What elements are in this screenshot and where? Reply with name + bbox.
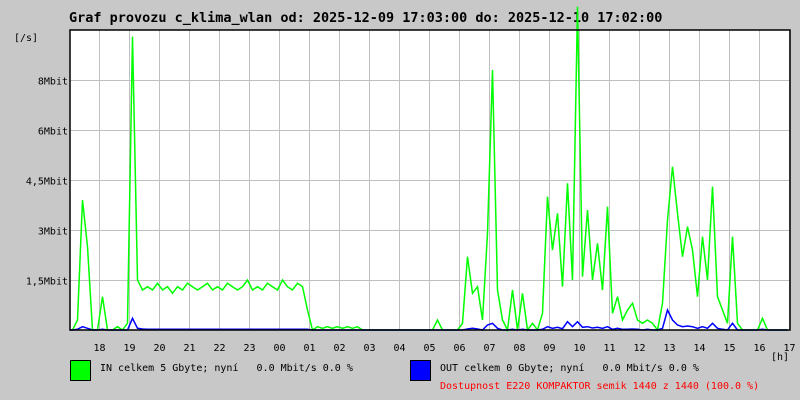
x-tick-label: 16 [753,343,765,354]
y-tick-label: 1,5Mbit [26,277,68,288]
x-tick-label: 03 [363,343,375,354]
legend-in-text: IN celkem 5 Gbyte; nyní 0.0 Mbit/s 0.0 % [100,362,353,374]
x-tick-label: 15 [723,343,735,354]
x-tick-label: 08 [513,343,525,354]
x-tick-label: 04 [393,343,405,354]
y-tick-labels: 1,5Mbit 3Mbit 4,5Mbit 6Mbit 8Mbit [26,77,68,288]
x-tick-label: 09 [543,343,555,354]
y-tick-label: 4,5Mbit [26,177,68,188]
chart-title: Graf provozu c_klima_wlan od: 2025-12-09… [69,10,662,26]
x-tick-label: 00 [273,343,285,354]
x-tick-label: 23 [243,343,255,354]
y-tick-label: 3Mbit [38,227,68,238]
availability-text: Dostupnost E220 KOMPAKTOR semik 1440 z 1… [440,381,759,392]
x-tick-label: 11 [603,343,615,354]
x-tick-label: 05 [423,343,435,354]
x-tick-label: 20 [153,343,165,354]
x-tick-label: 22 [213,343,225,354]
x-tick-label: 21 [183,343,195,354]
legend-in-swatch [70,360,91,381]
legend-out-text: OUT celkem 0 Gbyte; nyní 0.0 Mbit/s 0.0 … [440,362,699,374]
y-tick-label: 8Mbit [38,77,68,88]
x-tick-label: 06 [453,343,465,354]
x-tick-label: 02 [333,343,345,354]
x-axis-unit: [h] [771,352,789,363]
x-tick-label: 18 [93,343,105,354]
traffic-chart: Graf provozu c_klima_wlan od: 2025-12-09… [14,6,796,392]
y-tick-label: 6Mbit [38,127,68,138]
legend-out-swatch [410,360,431,381]
x-tick-label: 01 [303,343,315,354]
x-tick-label: 12 [633,343,645,354]
x-tick-label: 19 [123,343,135,354]
x-tick-label: 07 [483,343,495,354]
x-tick-labels: 18 19 20 21 22 23 00 01 02 03 04 05 06 07 08 09 10 11 12 13… [93,343,795,354]
x-tick-label: 13 [663,343,675,354]
x-tick-label: 10 [573,343,585,354]
x-tick-label: 14 [693,343,705,354]
y-axis-unit: [/s] [14,33,38,44]
